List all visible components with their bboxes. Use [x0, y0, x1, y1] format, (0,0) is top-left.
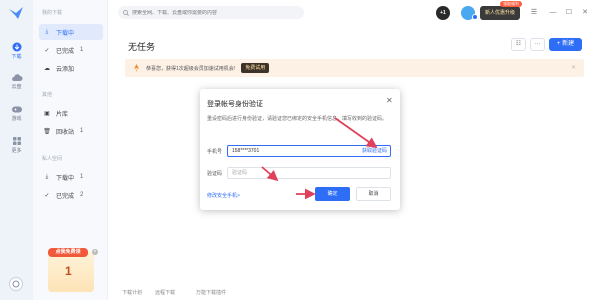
sidebar-item-label: 已完成	[56, 193, 75, 200]
code-field[interactable]: 验证码	[227, 167, 391, 179]
dialog-close-icon[interactable]: ✕	[386, 96, 393, 105]
newbie-upgrade-button[interactable]: 新人优惠升级	[480, 6, 520, 20]
code-label: 验证码	[207, 171, 223, 177]
rail-item-cloud[interactable]: 云盘	[0, 73, 33, 90]
get-code-link[interactable]: 获取验证码	[362, 146, 387, 157]
page-title: 无任务	[128, 42, 156, 52]
minimize-icon[interactable]: —	[548, 8, 558, 18]
footer-download-plan[interactable]: 下载计划	[122, 289, 142, 296]
rocket-icon	[134, 64, 139, 72]
cloud-icon	[11, 74, 22, 81]
promo-tag: 点我免费领	[48, 248, 88, 257]
sidebar-item-count: 1	[80, 128, 84, 134]
app-logo-icon	[9, 7, 23, 19]
sidebar-item-label: 已完成	[56, 48, 75, 55]
chat-icon	[12, 280, 20, 288]
sidebar-item-cloud-add[interactable]: ☁ 云添加	[39, 60, 103, 76]
verify-dialog: 登录帐号身份验证 ✕ 重设密码后进行身份验证，请验证您已绑定的安全手机信息，填写…	[200, 89, 400, 210]
cloud-add-icon: ☁	[44, 65, 50, 72]
newbie-tag: 领取福利	[500, 1, 522, 7]
dialog-description: 重设密码后进行身份验证，请验证您已绑定的安全手机信息，填写收到的验证码。	[207, 116, 388, 122]
menu-icon[interactable]: ☰	[529, 8, 539, 18]
phone-field[interactable]: 158****3701 获取验证码	[227, 145, 391, 157]
maximize-icon[interactable]: ☐	[564, 8, 574, 18]
download-arrow-icon: ⤓	[45, 173, 49, 180]
list-view-button[interactable]: ☷	[511, 38, 526, 51]
phone-label: 手机号	[207, 149, 223, 155]
section-title-other: 其他	[42, 92, 53, 98]
banner-text: 恭喜您，获得1次超级会员加速试用机会!	[146, 65, 236, 72]
sidebar-item-label: 下载中	[56, 30, 75, 37]
trial-banner: 恭喜您，获得1次超级会员加速试用机会! 免费试用 ✕	[125, 59, 584, 77]
check-circle-icon: ✓	[44, 47, 50, 54]
footer-plugin[interactable]: 万能下载插件	[196, 289, 226, 296]
promo-card[interactable]: 点我免费领 1 ×	[48, 248, 98, 292]
rail-item-label: 云盘	[11, 84, 22, 90]
rail-item-label: 游戏	[11, 116, 22, 122]
sidebar-item-label: 云添加	[56, 66, 75, 73]
new-task-button[interactable]: + 新建	[549, 38, 582, 51]
footer-remote-download[interactable]: 远程下载	[155, 289, 175, 296]
trash-icon: 🗑	[43, 128, 51, 135]
sidebar-item-count: 2	[80, 192, 84, 198]
promo-number: 1	[65, 264, 72, 278]
search-icon	[123, 9, 129, 16]
sidebar-item-recycle[interactable]: 🗑 回收站 1	[39, 123, 103, 139]
sidebar-item-private-downloading[interactable]: ⤓ 下载中 1	[39, 169, 103, 185]
sidebar-item-count: 1	[80, 174, 84, 180]
more-button[interactable]: ···	[530, 38, 545, 51]
change-phone-link[interactable]: 修改安全手机>	[207, 192, 240, 199]
banner-close-icon[interactable]: ✕	[571, 64, 576, 71]
rail-item-more[interactable]: 更多	[0, 136, 33, 154]
promo-close-button[interactable]: ×	[92, 249, 98, 255]
sidebar-item-completed[interactable]: ✓ 已完成 1	[39, 42, 103, 58]
sidebar-item-label: 回收站	[56, 129, 75, 136]
rail-item-label: 更多	[11, 148, 22, 154]
search-bar[interactable]	[118, 6, 304, 19]
feedback-button[interactable]	[9, 277, 23, 291]
sidebar-item-library[interactable]: ▣ 片库	[39, 105, 103, 121]
sidebar-item-private-completed[interactable]: ✓ 已完成 2	[39, 187, 103, 203]
points-button[interactable]: +1	[436, 6, 450, 20]
confirm-button[interactable]: 确定	[315, 187, 350, 201]
film-icon: ▣	[44, 110, 50, 117]
rail-item-game[interactable]: 游戏	[0, 105, 33, 122]
search-input[interactable]	[132, 9, 292, 16]
rail-item-label: 下载	[11, 54, 22, 60]
section-title-mine: 我的下载	[42, 10, 63, 16]
code-placeholder: 验证码	[232, 170, 248, 176]
sidebar-item-label: 下载中	[56, 175, 75, 182]
close-icon[interactable]: ✕	[580, 8, 590, 18]
rail-item-download[interactable]: 下载	[0, 42, 33, 60]
left-rail: 下载 云盘 游戏 更多	[0, 0, 33, 300]
cancel-button[interactable]: 取消	[356, 187, 391, 201]
grid-icon	[12, 137, 21, 145]
section-title-private: 私人空间	[42, 156, 63, 162]
phone-value: 158****3701	[232, 148, 260, 154]
sidebar-item-label: 片库	[56, 111, 69, 118]
free-trial-button[interactable]: 免费试用	[241, 63, 270, 73]
gamepad-icon	[11, 106, 22, 113]
check-circle-icon: ✓	[44, 192, 50, 199]
download-arrow-icon: ⤓	[45, 28, 49, 35]
sidebar-item-downloading[interactable]: ⤓ 下载中	[39, 24, 103, 40]
download-icon	[12, 42, 21, 52]
sidebar-item-count: 1	[80, 47, 84, 53]
dialog-title: 登录帐号身份验证	[207, 101, 263, 108]
vip-badge-icon	[472, 14, 478, 20]
